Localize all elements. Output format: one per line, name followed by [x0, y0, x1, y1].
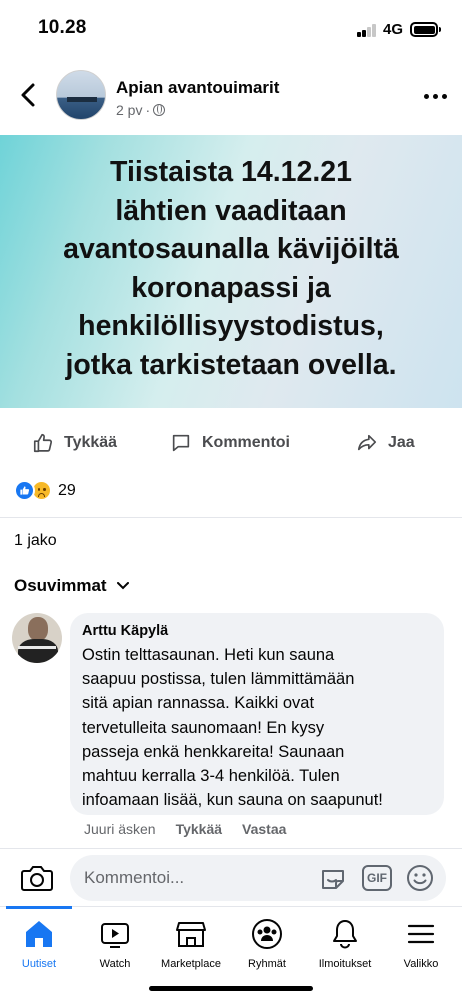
gif-button[interactable]: GIF: [362, 865, 392, 891]
emoji-icon[interactable]: [405, 863, 435, 893]
banner-line: avantosaunalla kävijöiltä: [63, 233, 399, 265]
comment-text: Ostin telttasaunan. Heti kun sauna saapu…: [82, 646, 383, 810]
signal-icon: [357, 24, 377, 37]
reactions-summary[interactable]: 29: [14, 480, 76, 501]
nav-label: Uutiset: [21, 958, 57, 970]
camera-icon[interactable]: [20, 863, 54, 893]
banner-line: koronapassi ja: [131, 271, 331, 304]
globe-icon: [153, 104, 166, 116]
comment-like-button[interactable]: Tykkää: [176, 821, 222, 837]
comments-sort-dropdown[interactable]: Osuvimmat: [14, 576, 129, 596]
share-count[interactable]: 1 jako: [14, 532, 57, 550]
commenter-avatar[interactable]: [12, 613, 62, 663]
status-bar: 10.28 4G: [0, 0, 462, 60]
nav-label: Ilmoitukset: [318, 958, 372, 970]
comment-icon: [172, 434, 190, 452]
watch-icon: [101, 923, 129, 948]
comment-button[interactable]: Kommentoi: [170, 426, 290, 460]
comment-bubble: Arttu Käpylä Ostin telttasaunan. Heti ku…: [70, 613, 444, 815]
nav-item-groups[interactable]: Ryhmät: [224, 917, 310, 979]
like-button[interactable]: Tykkää: [32, 426, 117, 460]
home-icon: [26, 921, 52, 947]
groups-icon: [252, 919, 282, 949]
sticker-icon[interactable]: [318, 863, 348, 893]
comment-label: Kommentoi: [202, 434, 290, 451]
post-banner[interactable]: Tiistaista 14.12.21 lähtien vaaditaan av…: [0, 135, 462, 408]
post-time: 2 pv: [116, 102, 143, 118]
sort-label: Osuvimmat: [14, 576, 107, 595]
comment-time: Juuri äsken: [84, 821, 156, 837]
nav-item-notifications[interactable]: Ilmoitukset: [302, 917, 388, 979]
comment-reply-button[interactable]: Vastaa: [242, 821, 286, 837]
meta-separator: ·: [145, 102, 151, 118]
share-button[interactable]: Jaa: [356, 426, 415, 460]
more-options-icon[interactable]: [420, 86, 450, 106]
chevron-down-icon: [116, 582, 129, 590]
share-icon: [357, 434, 377, 451]
nav-item-watch[interactable]: Watch: [72, 917, 158, 979]
banner-line: Tiistaista 14.12.21: [110, 156, 352, 188]
home-indicator: [149, 986, 313, 991]
post-meta: 2 pv ·: [116, 102, 166, 118]
status-time: 10.28: [38, 17, 87, 38]
network-type: 4G: [383, 21, 404, 38]
battery-icon: [410, 22, 441, 37]
banner-text: Tiistaista 14.12.21 lähtien vaaditaan av…: [11, 153, 451, 384]
banner-line: lähtien vaaditaan: [115, 194, 347, 227]
like-reaction-icon: [14, 480, 35, 501]
nav-label: Ryhmät: [248, 958, 286, 970]
marketplace-icon: [176, 922, 206, 947]
nav-item-marketplace[interactable]: Marketplace: [148, 917, 234, 979]
divider: [0, 517, 462, 518]
nav-label: Marketplace: [161, 958, 221, 970]
nav-item-news[interactable]: Uutiset: [0, 917, 82, 979]
back-arrow-icon[interactable]: [16, 82, 42, 108]
banner-line: henkilöllisyystodistus,: [78, 310, 384, 342]
banner-line: jotka tarkistetaan ovella.: [65, 348, 397, 381]
comment-actions: Juuri äsken Tykkää Vastaa: [84, 821, 286, 837]
post-action-bar: Tykkää Kommentoi Jaa: [0, 426, 462, 460]
nav-label: Valikko: [403, 958, 439, 970]
comment-author[interactable]: Arttu Käpylä: [82, 623, 432, 639]
share-label: Jaa: [388, 434, 415, 451]
nav-label: Watch: [99, 958, 131, 970]
active-tab-indicator: [6, 906, 72, 909]
comment-composer: GIF: [0, 848, 462, 906]
nav-item-menu[interactable]: Valikko: [378, 917, 462, 979]
post-header: Apian avantouimarit 2 pv ·: [0, 66, 462, 128]
thumbs-up-icon: [33, 433, 53, 453]
menu-icon: [407, 924, 435, 944]
reaction-count: 29: [58, 481, 76, 499]
like-label: Tykkää: [64, 434, 118, 451]
group-name[interactable]: Apian avantouimarit: [116, 78, 279, 98]
group-avatar[interactable]: [56, 70, 106, 120]
bell-icon: [333, 920, 357, 949]
